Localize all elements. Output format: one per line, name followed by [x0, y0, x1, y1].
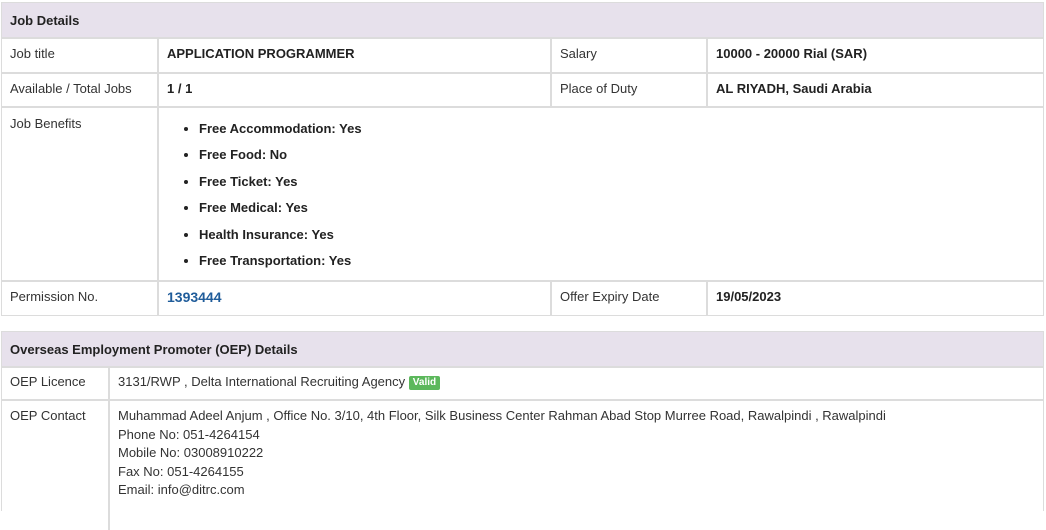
table-row: Job title APPLICATION PROGRAMMER Salary … [2, 39, 1043, 74]
job-details-panel: Job Details Job title APPLICATION PROGRA… [1, 2, 1044, 316]
oep-details-table: OEP Licence 3131/RWP , Delta Internation… [2, 368, 1043, 530]
oep-contact-label: OEP Contact [2, 399, 110, 530]
salary-label: Salary [550, 39, 708, 74]
available-jobs-value: 1 / 1 [157, 72, 552, 108]
oep-mobile: Mobile No: 03008910222 [118, 445, 264, 461]
benefit-item: Free Accommodation: Yes [199, 116, 1035, 142]
permission-number-link[interactable]: 1393444 [167, 289, 222, 305]
oep-contact-cell: Muhammad Adeel Anjum , Office No. 3/10, … [108, 399, 1043, 530]
table-row: OEP Licence 3131/RWP , Delta Internation… [2, 368, 1043, 401]
job-details-table: Job title APPLICATION PROGRAMMER Salary … [2, 39, 1043, 315]
job-title-label: Job title [2, 39, 159, 74]
oep-licence-value: 3131/RWP , Delta International Recruitin… [118, 374, 406, 389]
benefit-item: Free Ticket: Yes [199, 169, 1035, 195]
benefit-item: Free Transportation: Yes [199, 248, 1035, 274]
oep-details-header: Overseas Employment Promoter (OEP) Detai… [2, 332, 1043, 368]
oep-fax: Fax No: 051-4264155 [118, 463, 244, 479]
place-of-duty-value: AL RIYADH, Saudi Arabia [706, 72, 1043, 108]
valid-badge: Valid [408, 376, 441, 390]
job-title-value: APPLICATION PROGRAMMER [157, 39, 552, 74]
benefits-list: Free Accommodation: Yes Free Food: No Fr… [167, 109, 1035, 274]
table-row: Available / Total Jobs 1 / 1 Place of Du… [2, 72, 1043, 108]
job-benefits-label: Job Benefits [2, 106, 159, 282]
oep-licence-cell: 3131/RWP , Delta International Recruitin… [108, 368, 1043, 401]
salary-value: 10000 - 20000 Rial (SAR) [706, 39, 1043, 74]
permission-label: Permission No. [2, 280, 159, 315]
table-row: Permission No. 1393444 Offer Expiry Date… [2, 280, 1043, 315]
table-row: Job Benefits Free Accommodation: Yes Fre… [2, 106, 1043, 282]
oep-licence-label: OEP Licence [2, 368, 110, 401]
oep-phone: Phone No: 051-4264154 [118, 426, 260, 442]
oep-email: Email: info@ditrc.com [118, 482, 245, 498]
oep-details-panel: Overseas Employment Promoter (OEP) Detai… [1, 331, 1044, 530]
offer-expiry-value: 19/05/2023 [706, 280, 1043, 315]
place-of-duty-label: Place of Duty [550, 72, 708, 108]
available-jobs-label: Available / Total Jobs [2, 72, 159, 108]
job-benefits-cell: Free Accommodation: Yes Free Food: No Fr… [157, 106, 1043, 282]
offer-expiry-label: Offer Expiry Date [550, 280, 708, 315]
benefit-item: Free Food: No [199, 142, 1035, 168]
table-row: OEP Contact Muhammad Adeel Anjum , Offic… [2, 399, 1043, 530]
benefit-item: Free Medical: Yes [199, 195, 1035, 221]
oep-contact-address: Muhammad Adeel Anjum , Office No. 3/10, … [118, 408, 886, 423]
job-details-header: Job Details [2, 3, 1043, 39]
benefit-item: Health Insurance: Yes [199, 222, 1035, 248]
permission-cell: 1393444 [157, 280, 552, 315]
